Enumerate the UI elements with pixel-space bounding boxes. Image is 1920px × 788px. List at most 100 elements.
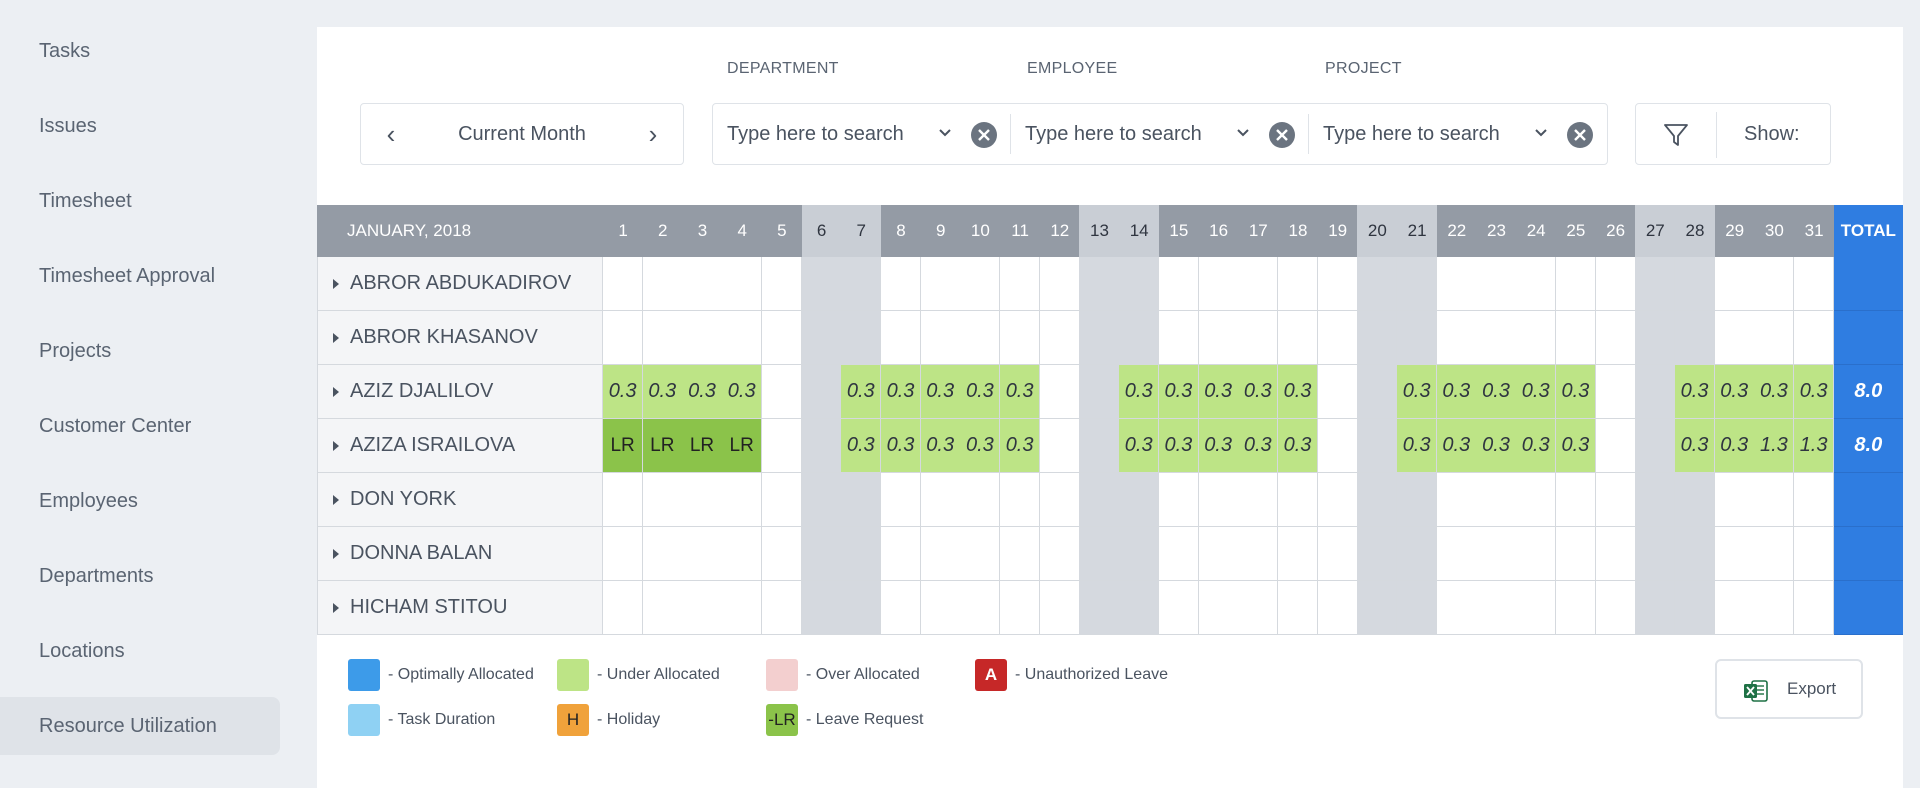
day-cell[interactable]	[1119, 473, 1160, 527]
day-cell[interactable]	[642, 581, 683, 635]
day-cell[interactable]	[1397, 257, 1438, 311]
day-cell[interactable]	[1039, 365, 1080, 419]
day-cell[interactable]	[603, 581, 644, 635]
day-cell[interactable]	[841, 311, 882, 365]
day-cell[interactable]	[1516, 473, 1557, 527]
day-cell[interactable]	[1357, 311, 1398, 365]
day-cell[interactable]	[1674, 311, 1716, 365]
day-cell[interactable]	[920, 527, 961, 581]
day-cell[interactable]	[1595, 257, 1636, 311]
day-cell[interactable]	[1714, 581, 1755, 635]
day-cell[interactable]	[1714, 311, 1755, 365]
day-cell[interactable]	[1317, 419, 1358, 473]
day-cell[interactable]	[1635, 527, 1676, 581]
day-cell[interactable]: 0.3	[1555, 419, 1596, 473]
day-cell[interactable]	[1000, 257, 1041, 311]
day-cell[interactable]: 0.3	[603, 365, 644, 419]
day-cell[interactable]	[603, 257, 644, 311]
day-cell[interactable]	[1317, 365, 1358, 419]
day-cell[interactable]: 0.3	[1238, 419, 1279, 473]
day-cell[interactable]	[761, 257, 802, 311]
day-cell[interactable]	[1317, 581, 1358, 635]
day-cell[interactable]	[1277, 527, 1319, 581]
day-cell[interactable]	[1238, 581, 1279, 635]
day-cell[interactable]	[1238, 311, 1279, 365]
day-cell[interactable]: LR	[722, 419, 763, 473]
day-cell[interactable]	[1754, 311, 1795, 365]
show-dropdown[interactable]: Show:	[1744, 104, 1800, 164]
day-cell[interactable]	[1079, 311, 1120, 365]
day-cell[interactable]	[722, 257, 763, 311]
day-cell[interactable]	[1436, 257, 1477, 311]
day-cell[interactable]	[1555, 257, 1596, 311]
day-cell[interactable]	[1436, 473, 1477, 527]
day-cell[interactable]: 0.3	[1119, 365, 1160, 419]
day-cell[interactable]	[761, 473, 802, 527]
day-cell[interactable]	[722, 581, 763, 635]
day-cell[interactable]	[1039, 419, 1080, 473]
day-cell[interactable]: 0.3	[920, 419, 961, 473]
day-cell[interactable]: 0.3	[1674, 365, 1716, 419]
day-cell[interactable]	[1079, 581, 1120, 635]
day-cell[interactable]: 0.3	[1277, 365, 1319, 419]
day-cell[interactable]	[1476, 257, 1517, 311]
day-cell[interactable]	[1119, 311, 1160, 365]
day-cell[interactable]	[1476, 527, 1517, 581]
day-cell[interactable]	[1357, 473, 1398, 527]
day-cell[interactable]: 0.3	[1119, 419, 1160, 473]
day-cell[interactable]	[1754, 257, 1795, 311]
day-cell[interactable]	[1079, 527, 1120, 581]
day-cell[interactable]: 0.3	[1198, 365, 1239, 419]
day-cell[interactable]	[682, 257, 723, 311]
day-cell[interactable]	[1754, 581, 1795, 635]
employee-row-toggle[interactable]: DON YORK	[317, 473, 603, 527]
day-cell[interactable]	[1158, 311, 1199, 365]
day-cell[interactable]	[1119, 527, 1160, 581]
chevron-left-icon[interactable]: ‹	[371, 104, 411, 164]
day-cell[interactable]	[1079, 257, 1120, 311]
day-cell[interactable]	[1714, 473, 1755, 527]
day-cell[interactable]: 0.3	[642, 365, 683, 419]
project-search-input[interactable]: Type here to search	[1309, 104, 1607, 164]
day-cell[interactable]	[1635, 365, 1676, 419]
day-cell[interactable]	[761, 365, 802, 419]
employee-row-toggle[interactable]: AZIZA ISRAILOVA	[317, 419, 603, 473]
day-cell[interactable]	[1357, 365, 1398, 419]
day-cell[interactable]: 0.3	[1436, 365, 1477, 419]
day-cell[interactable]	[1397, 311, 1438, 365]
day-cell[interactable]: 0.3	[1714, 365, 1755, 419]
clear-icon[interactable]	[1269, 122, 1295, 148]
day-cell[interactable]	[1158, 473, 1199, 527]
day-cell[interactable]	[1555, 473, 1596, 527]
day-cell[interactable]	[1516, 257, 1557, 311]
export-button[interactable]: Export	[1715, 659, 1863, 719]
day-cell[interactable]	[1476, 311, 1517, 365]
day-cell[interactable]	[1317, 473, 1358, 527]
day-cell[interactable]	[682, 311, 723, 365]
day-cell[interactable]	[880, 581, 922, 635]
day-cell[interactable]	[1714, 527, 1755, 581]
day-cell[interactable]	[1635, 257, 1676, 311]
day-cell[interactable]	[960, 311, 1001, 365]
day-cell[interactable]	[1039, 527, 1080, 581]
day-cell[interactable]: 0.3	[1397, 419, 1438, 473]
day-cell[interactable]: 0.3	[1436, 419, 1477, 473]
day-cell[interactable]	[1119, 257, 1160, 311]
day-cell[interactable]: LR	[603, 419, 644, 473]
day-cell[interactable]: 1.3	[1794, 419, 1835, 473]
day-cell[interactable]	[1794, 311, 1835, 365]
day-cell[interactable]	[1277, 311, 1319, 365]
day-cell[interactable]	[1397, 527, 1438, 581]
day-cell[interactable]	[1079, 419, 1120, 473]
day-cell[interactable]: 1.3	[1754, 419, 1795, 473]
day-cell[interactable]	[1317, 527, 1358, 581]
day-cell[interactable]	[642, 527, 683, 581]
day-cell[interactable]: 0.3	[1000, 419, 1041, 473]
day-cell[interactable]: 0.3	[1476, 419, 1517, 473]
day-cell[interactable]	[841, 473, 882, 527]
day-cell[interactable]	[960, 473, 1001, 527]
day-cell[interactable]	[1595, 311, 1636, 365]
day-cell[interactable]	[722, 527, 763, 581]
sidebar-item-departments[interactable]: Departments	[0, 547, 280, 605]
day-cell[interactable]	[1436, 581, 1477, 635]
